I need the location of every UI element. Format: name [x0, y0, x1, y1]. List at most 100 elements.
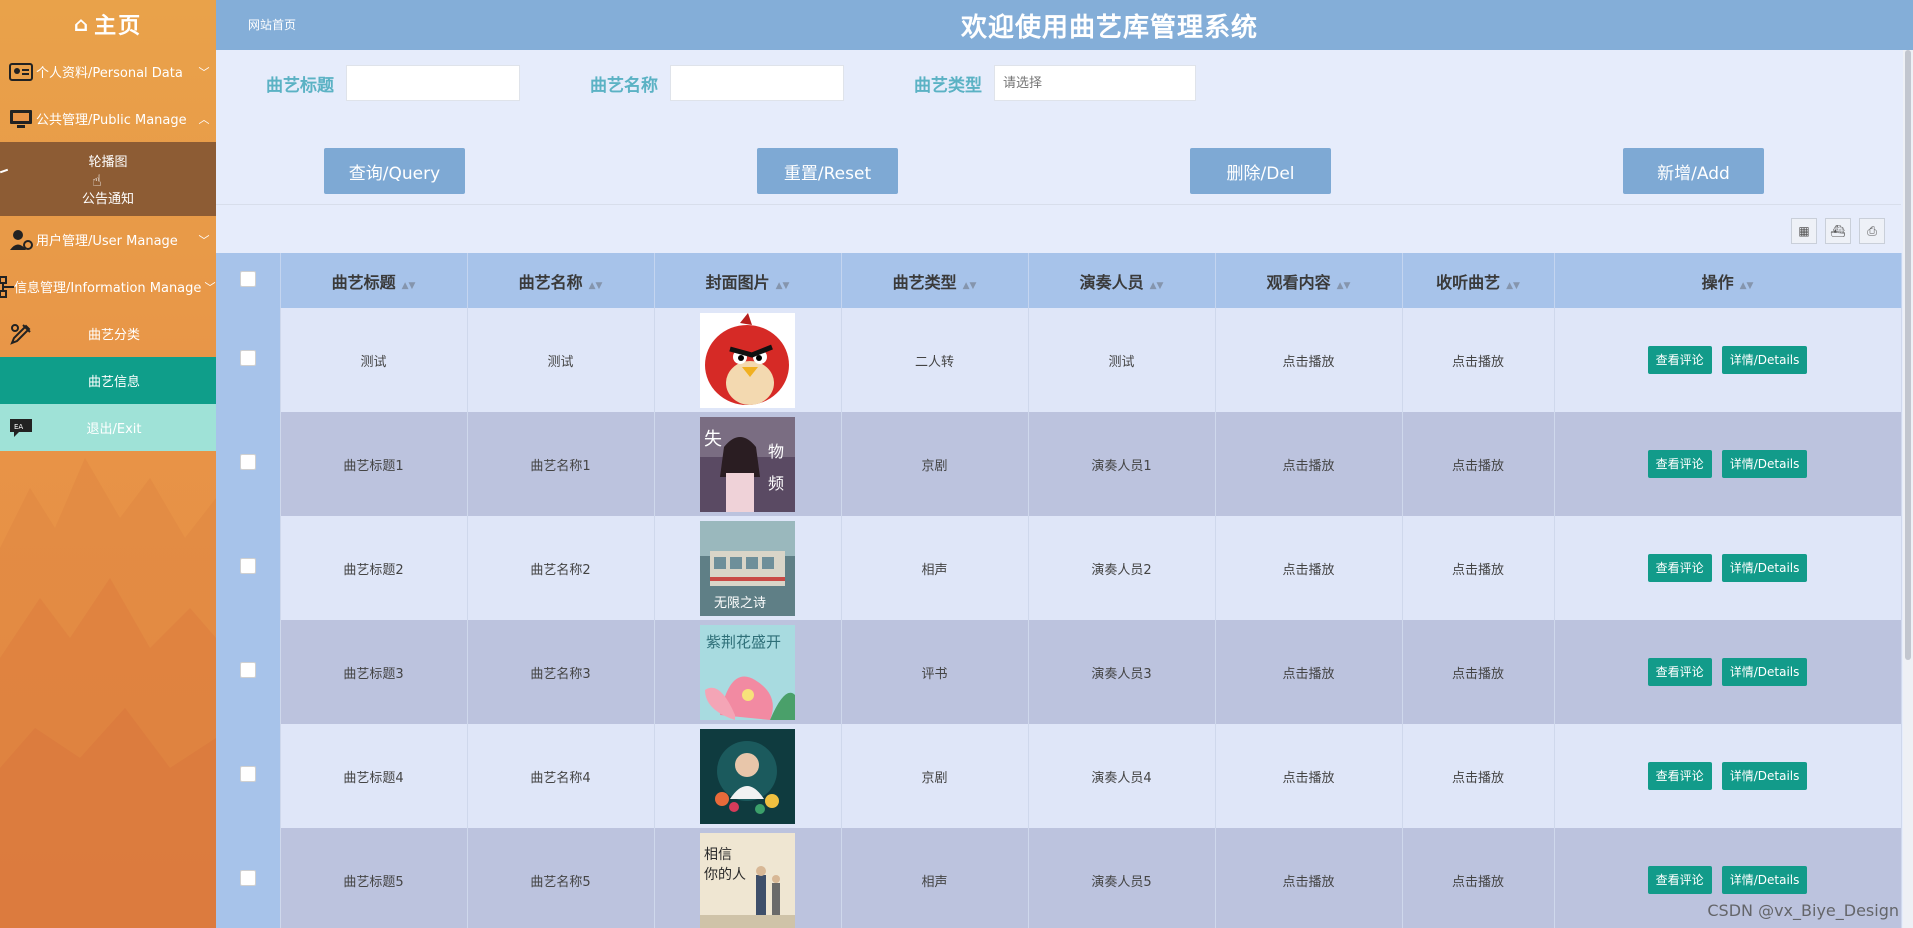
- row-checkbox[interactable]: [239, 454, 256, 470]
- chevron-down-icon: ﹀: [204, 280, 216, 294]
- sidebar-item-public-manage[interactable]: 公共管理/Public Manage ︿: [0, 95, 216, 142]
- cell-watch[interactable]: 点击播放: [1215, 724, 1403, 828]
- export-icon[interactable]: ⛴: [1825, 218, 1851, 244]
- table-tools: ▦ ⛴ ⎙: [1791, 218, 1885, 244]
- column-header-actions[interactable]: 操作 ▲▼: [1554, 253, 1902, 308]
- sidebar-item-user-manage[interactable]: 用户管理/User Manage ﹀: [0, 216, 216, 263]
- cell-watch[interactable]: 点击播放: [1215, 308, 1403, 412]
- view-comment-button[interactable]: 查看评论: [1647, 658, 1712, 686]
- cell-watch[interactable]: 点击播放: [1215, 620, 1403, 724]
- select-all-checkbox[interactable]: [239, 270, 256, 287]
- query-button[interactable]: 查询/Query: [324, 148, 465, 194]
- print-icon[interactable]: ⎙: [1859, 218, 1885, 244]
- cover-image[interactable]: 失 物 频: [700, 416, 795, 512]
- row-checkbox[interactable]: [239, 766, 256, 782]
- submenu-public-manage: 轮播图 公告通知: [0, 142, 216, 216]
- cell-name: 曲艺名称3: [467, 620, 655, 724]
- cover-image[interactable]: [700, 312, 795, 408]
- cell-name: 曲艺名称4: [467, 724, 655, 828]
- details-button[interactable]: 详情/Details: [1721, 658, 1808, 686]
- scrollbar-thumb[interactable]: [1905, 50, 1911, 660]
- title-input[interactable]: [346, 65, 520, 101]
- view-comment-button[interactable]: 查看评论: [1647, 450, 1712, 478]
- submenu-item-carousel[interactable]: 轮播图: [0, 142, 216, 179]
- cell-actions: 查看评论 详情/Details: [1554, 308, 1902, 412]
- view-comment-button[interactable]: 查看评论: [1647, 762, 1712, 790]
- cell-type: 二人转: [841, 308, 1029, 412]
- cell-listen[interactable]: 点击播放: [1402, 516, 1555, 620]
- cell-title: 曲艺标题5: [280, 828, 468, 928]
- name-label: 曲艺名称: [590, 75, 658, 96]
- cell-title: 测试: [280, 308, 468, 412]
- add-button[interactable]: 新增/Add: [1623, 148, 1764, 194]
- row-checkbox[interactable]: [239, 350, 256, 366]
- column-header-name[interactable]: 曲艺名称 ▲▼: [467, 253, 655, 308]
- cell-listen[interactable]: 点击播放: [1402, 724, 1555, 828]
- details-button[interactable]: 详情/Details: [1721, 866, 1808, 894]
- column-header-listen[interactable]: 收听曲艺 ▲▼: [1402, 253, 1555, 308]
- submenu-item-notice[interactable]: 公告通知: [0, 179, 216, 216]
- view-comment-button[interactable]: 查看评论: [1647, 866, 1712, 894]
- cover-image[interactable]: 紫荆花盛开: [700, 624, 795, 720]
- svg-text:EA: EA: [14, 423, 23, 431]
- user-gear-icon: [6, 225, 36, 255]
- search-group-title: 曲艺标题: [266, 65, 520, 101]
- name-input[interactable]: [670, 65, 844, 101]
- column-header-title[interactable]: 曲艺标题 ▲▼: [280, 253, 468, 308]
- home-link[interactable]: ⌂ 主页: [0, 0, 216, 48]
- pen-tools-icon: [6, 319, 36, 349]
- columns-icon[interactable]: ▦: [1791, 218, 1817, 244]
- reset-button[interactable]: 重置/Reset: [757, 148, 898, 194]
- sidebar-item-label: 曲艺信息: [87, 375, 140, 390]
- column-header-watch[interactable]: 观看内容 ▲▼: [1215, 253, 1403, 308]
- cover-image[interactable]: 无限之诗: [700, 520, 795, 616]
- search-form: 曲艺标题 曲艺名称 曲艺类型: [266, 65, 1266, 101]
- cell-actions: 查看评论 详情/Details: [1554, 724, 1902, 828]
- cell-type: 京剧: [841, 724, 1029, 828]
- cell-listen[interactable]: 点击播放: [1402, 620, 1555, 724]
- column-header-performer[interactable]: 演奏人员 ▲▼: [1028, 253, 1216, 308]
- cover-image[interactable]: 相信 你的人: [700, 832, 795, 928]
- view-comment-button[interactable]: 查看评论: [1647, 554, 1712, 582]
- sidebar-item-personal-data[interactable]: 个人资料/Personal Data ﹀: [0, 48, 216, 95]
- svg-text:失: 失: [704, 429, 722, 450]
- cell-type: 评书: [841, 620, 1029, 724]
- sort-icon: ▲▼: [962, 280, 977, 291]
- sidebar-item-information-manage[interactable]: 信息管理/Information Manage ﹀: [0, 263, 216, 310]
- cell-watch[interactable]: 点击播放: [1215, 828, 1403, 928]
- svg-text:无限之诗: 无限之诗: [714, 596, 766, 611]
- cell-watch[interactable]: 点击播放: [1215, 412, 1403, 516]
- chat-exit-icon: EA: [6, 413, 36, 443]
- cover-image[interactable]: [700, 728, 795, 824]
- cell-performer: 演奏人员5: [1028, 828, 1216, 928]
- vertical-scrollbar[interactable]: [1903, 50, 1913, 928]
- details-button[interactable]: 详情/Details: [1721, 554, 1808, 582]
- column-header-cover[interactable]: 封面图片 ▲▼: [654, 253, 842, 308]
- cell-listen[interactable]: 点击播放: [1402, 828, 1555, 928]
- svg-text:物: 物: [768, 442, 784, 461]
- svg-text:你的人: 你的人: [704, 867, 746, 883]
- view-comment-button[interactable]: 查看评论: [1647, 346, 1712, 374]
- sidebar-item-category[interactable]: 曲艺分类: [0, 310, 216, 357]
- cell-listen[interactable]: 点击播放: [1402, 412, 1555, 516]
- sidebar-item-info[interactable]: 曲艺信息: [0, 357, 216, 404]
- sort-icon: ▲▼: [1336, 280, 1351, 291]
- cell-watch[interactable]: 点击播放: [1215, 516, 1403, 620]
- cell-title: 曲艺标题1: [280, 412, 468, 516]
- type-select[interactable]: [994, 65, 1196, 101]
- details-button[interactable]: 详情/Details: [1721, 346, 1808, 374]
- cell-listen[interactable]: 点击播放: [1402, 308, 1555, 412]
- select-all-cell: [216, 253, 281, 308]
- details-button[interactable]: 详情/Details: [1721, 450, 1808, 478]
- sidebar-item-exit[interactable]: EA 退出/Exit: [0, 404, 216, 451]
- sidebar: ⌂ 主页 个人资料/Personal Data ﹀ 公共管理/Public Ma…: [0, 0, 216, 928]
- delete-button[interactable]: 删除/Del: [1190, 148, 1331, 194]
- sort-icon: ▲▼: [1149, 280, 1164, 291]
- row-checkbox[interactable]: [239, 558, 256, 574]
- row-checkbox[interactable]: [239, 662, 256, 678]
- column-header-type[interactable]: 曲艺类型 ▲▼: [841, 253, 1029, 308]
- details-button[interactable]: 详情/Details: [1721, 762, 1808, 790]
- row-checkbox[interactable]: [239, 870, 256, 886]
- table-row: 测试 测试 二人转 测试 点击播放 点击播放 查看评论 详情/Details: [216, 308, 1902, 412]
- submenu-item-label: 轮播图: [88, 155, 128, 170]
